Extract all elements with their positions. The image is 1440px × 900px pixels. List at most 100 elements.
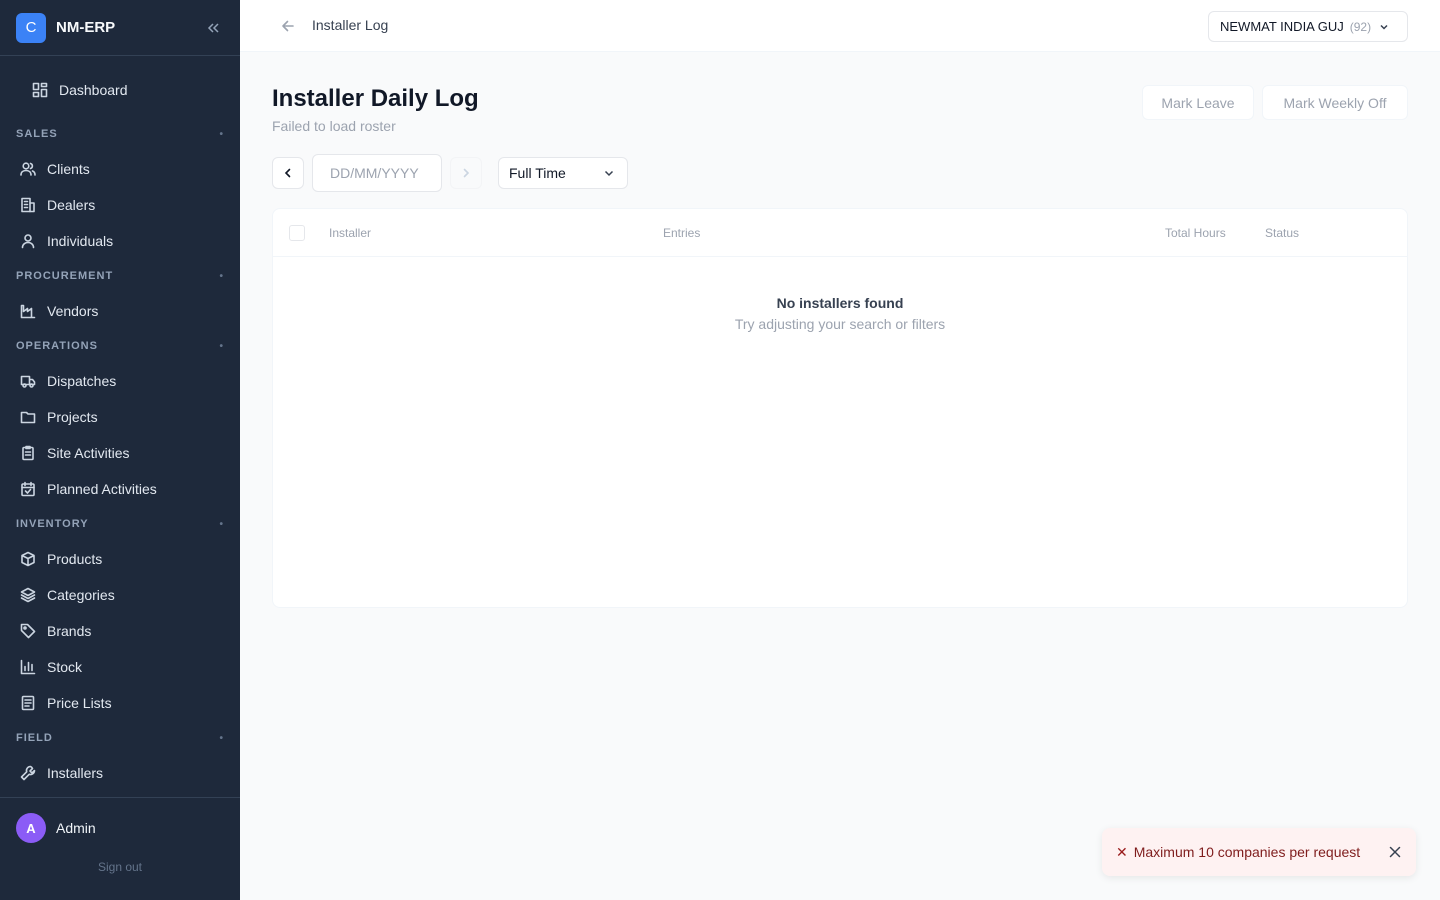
- column-status[interactable]: Status: [1265, 226, 1299, 240]
- sidebar-item-label: Price Lists: [47, 695, 112, 711]
- sidebar-item-label: Individuals: [47, 233, 114, 249]
- employment-type-value: Full Time: [509, 165, 566, 181]
- mark-leave-button[interactable]: Mark Leave: [1142, 85, 1254, 120]
- section-toggle-icon: •: [219, 340, 224, 352]
- select-all-checkbox[interactable]: [289, 225, 305, 241]
- sidebar-item-label: Site Activities: [47, 445, 130, 461]
- collapse-sidebar-icon[interactable]: [205, 18, 221, 38]
- bar-chart-icon: [20, 659, 36, 675]
- sidebar-item-label: Clients: [47, 161, 90, 177]
- sidebar-item-categories[interactable]: Categories: [0, 577, 240, 613]
- calendar-check-icon: [21, 481, 35, 497]
- tag-icon: [20, 623, 36, 639]
- empty-state-subtitle: Try adjusting your search or filters: [734, 316, 946, 332]
- sidebar-item-label: Brands: [47, 623, 92, 639]
- building-icon: [21, 197, 35, 213]
- brand-logo: C: [16, 12, 46, 43]
- section-field[interactable]: FIELD •: [0, 721, 240, 755]
- back-arrow-icon[interactable]: [278, 16, 298, 36]
- avatar: A: [16, 813, 46, 843]
- error-icon: ✕: [1116, 843, 1128, 860]
- empty-state-title: No installers found: [776, 295, 904, 311]
- column-installer[interactable]: Installer: [329, 226, 371, 240]
- factory-icon: [20, 304, 36, 319]
- sign-out-link[interactable]: Sign out: [0, 860, 240, 874]
- toast-message: Maximum 10 companies per request: [1133, 844, 1361, 860]
- sidebar-item-label: Vendors: [47, 303, 99, 319]
- brand: C NM-ERP: [0, 0, 240, 56]
- package-icon: [21, 551, 35, 567]
- column-entries[interactable]: Entries: [663, 226, 700, 240]
- layers-icon: [20, 587, 36, 603]
- sidebar-nav: Dashboard SALES • Clients Dealers Individ…: [0, 56, 240, 791]
- sidebar-item-label: Projects: [47, 409, 98, 425]
- sidebar-item-products[interactable]: Products: [0, 541, 240, 577]
- section-operations[interactable]: OPERATIONS •: [0, 329, 240, 363]
- users-icon: [20, 162, 36, 176]
- sidebar-item-site-activities[interactable]: Site Activities: [0, 435, 240, 471]
- folder-icon: [20, 411, 36, 424]
- sidebar-item-dealers[interactable]: Dealers: [0, 187, 240, 223]
- truck-icon: [20, 375, 36, 388]
- company-name: NEWMAT INDIA GUJ: [1220, 19, 1344, 34]
- sidebar-item-price-lists[interactable]: Price Lists: [0, 685, 240, 721]
- app-name: NM-ERP: [56, 19, 116, 36]
- date-input[interactable]: [312, 154, 442, 192]
- table-header: Installer Entries Total Hours Status: [273, 209, 1407, 257]
- close-icon[interactable]: [1387, 844, 1403, 860]
- section-toggle-icon: •: [219, 128, 224, 140]
- sidebar-item-projects[interactable]: Projects: [0, 399, 240, 435]
- wrench-icon: [20, 765, 36, 781]
- page-subtitle: Failed to load roster: [272, 118, 396, 134]
- section-label: FIELD: [16, 732, 53, 744]
- breadcrumb: Installer Log: [312, 17, 389, 33]
- company-count: (92): [1349, 19, 1372, 34]
- sidebar-item-label: Dispatches: [47, 373, 117, 389]
- section-toggle-icon: •: [219, 270, 224, 282]
- section-toggle-icon: •: [219, 732, 224, 744]
- sidebar-item-individuals[interactable]: Individuals: [0, 223, 240, 259]
- clipboard-icon: [22, 445, 34, 461]
- section-label: OPERATIONS: [16, 340, 98, 352]
- sidebar-item-label: Dealers: [47, 197, 96, 213]
- page-title: Installer Daily Log: [272, 85, 479, 112]
- section-toggle-icon: •: [219, 518, 224, 530]
- section-sales[interactable]: SALES •: [0, 117, 240, 151]
- sidebar-item-dispatches[interactable]: Dispatches: [0, 363, 240, 399]
- topbar: Installer Log NEWMAT INDIA GUJ (92): [240, 0, 1440, 52]
- sidebar-item-label: Stock: [47, 659, 83, 675]
- sidebar-footer: A Admin Sign out: [0, 797, 240, 900]
- sidebar-item-label: Categories: [47, 587, 115, 603]
- sidebar-item-brands[interactable]: Brands: [0, 613, 240, 649]
- sidebar: C NM-ERP Dashboard SALES • Clients Dealer…: [0, 0, 240, 900]
- sidebar-item-label: Dashboard: [59, 82, 128, 98]
- installer-table: Installer Entries Total Hours Status No …: [272, 208, 1408, 608]
- sidebar-item-label: Products: [47, 551, 103, 567]
- section-label: PROCUREMENT: [16, 270, 114, 282]
- sidebar-item-planned-activities[interactable]: Planned Activities: [0, 471, 240, 507]
- section-label: SALES: [16, 128, 58, 140]
- previous-day-button[interactable]: [272, 157, 304, 189]
- mark-weekly-off-button[interactable]: Mark Weekly Off: [1262, 85, 1408, 120]
- chevron-right-icon: [463, 168, 470, 178]
- sidebar-item-clients[interactable]: Clients: [0, 151, 240, 187]
- sidebar-item-vendors[interactable]: Vendors: [0, 293, 240, 329]
- section-label: INVENTORY: [16, 518, 89, 530]
- company-selector[interactable]: NEWMAT INDIA GUJ (92): [1208, 11, 1408, 42]
- sidebar-item-stock[interactable]: Stock: [0, 649, 240, 685]
- section-procurement[interactable]: PROCUREMENT •: [0, 259, 240, 293]
- section-inventory[interactable]: INVENTORY •: [0, 507, 240, 541]
- sidebar-item-dashboard[interactable]: Dashboard: [0, 72, 240, 108]
- receipt-icon: [21, 695, 35, 711]
- sidebar-item-label: Planned Activities: [47, 481, 157, 497]
- error-toast: ✕ Maximum 10 companies per request: [1102, 828, 1416, 876]
- user-menu[interactable]: A Admin: [0, 798, 240, 843]
- column-total-hours[interactable]: Total Hours: [1165, 226, 1226, 240]
- sidebar-item-installers[interactable]: Installers: [0, 755, 240, 791]
- chevron-down-icon: [1380, 24, 1388, 30]
- user-name: Admin: [56, 820, 96, 836]
- dashboard-icon: [32, 82, 48, 98]
- next-day-button[interactable]: [450, 157, 482, 189]
- chevron-left-icon: [284, 168, 291, 178]
- employment-type-select[interactable]: Full Time: [498, 157, 628, 189]
